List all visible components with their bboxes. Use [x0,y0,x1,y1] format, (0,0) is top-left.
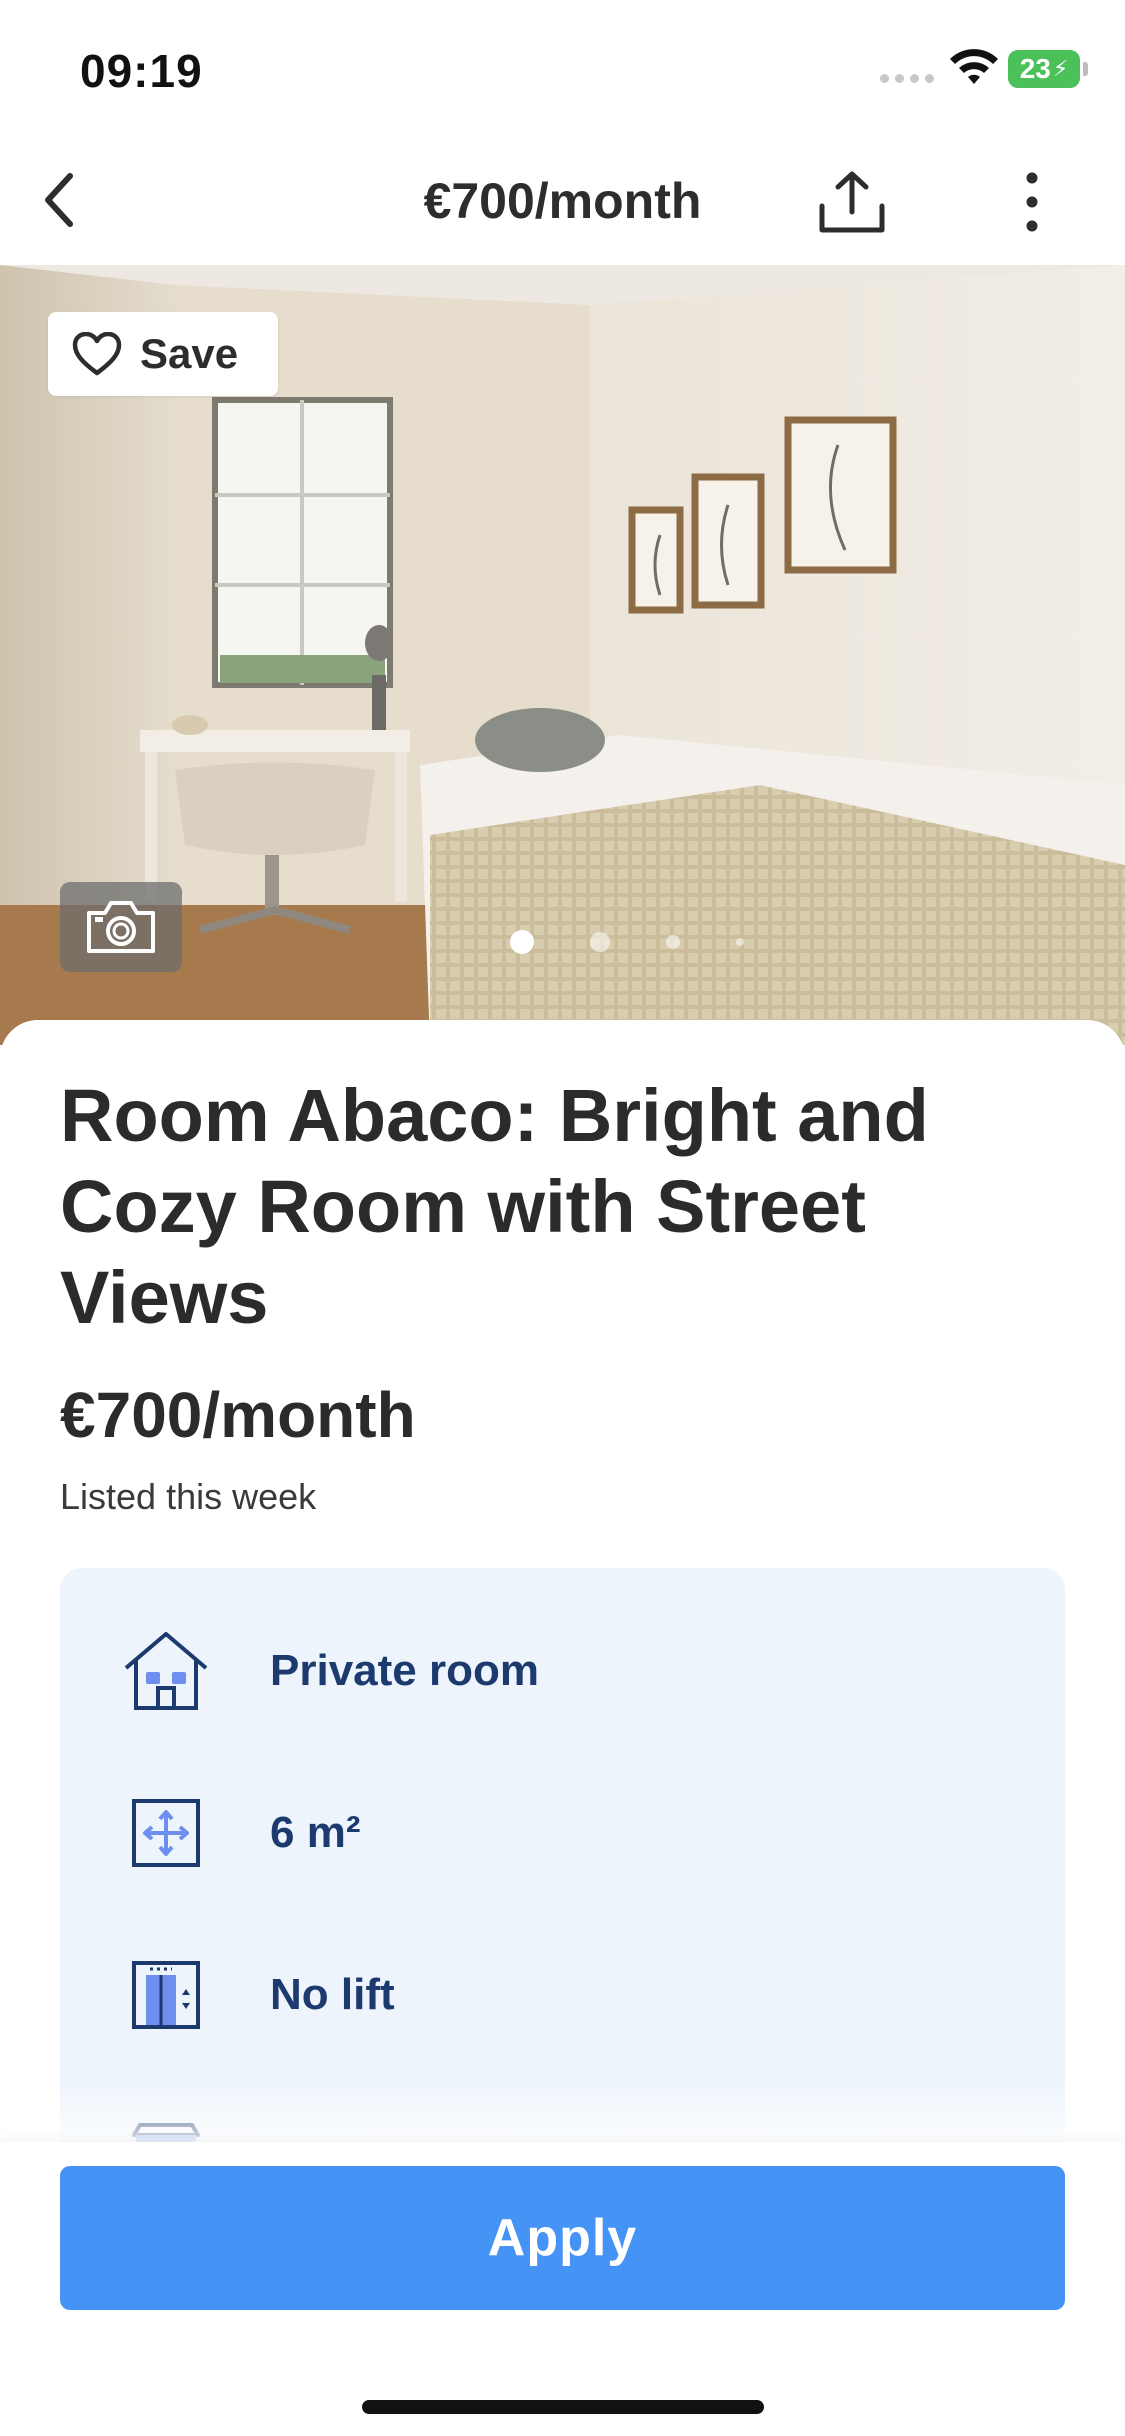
share-button[interactable] [812,162,892,242]
lift-icon [120,1950,212,2040]
area-icon [120,1788,212,1878]
feature-label: 6 m² [270,1808,361,1857]
more-vertical-icon [1026,172,1038,232]
header-title: €700/month [423,173,702,229]
feature-row: 6 m² [60,1778,1065,1888]
scroll-fade [0,2080,1125,2142]
feature-label: No lift [270,1970,395,2019]
bottom-action-bar: Apply [0,2142,1125,2436]
signal-icon [880,74,934,83]
page-dot [510,930,534,954]
share-icon [819,171,885,233]
feature-row: Private room [60,1616,1065,1726]
status-time: 09:19 [80,45,203,97]
save-label: Save [140,330,239,377]
page-dot [666,935,680,949]
listing-title: Room Abaco: Bright and Cozy Room with St… [60,1074,929,1339]
top-nav: €700/month [0,140,1125,265]
photo-pagination [510,930,744,954]
page-dot [590,932,610,952]
listing-price: €700/month [60,1379,416,1451]
wifi-icon [950,49,998,84]
battery-level: 23 [1019,53,1051,84]
camera-icon [87,901,155,953]
more-options-button[interactable] [1000,162,1064,242]
feature-label: Private room [270,1646,539,1695]
feature-row: No lift [60,1940,1065,2050]
listed-date: Listed this week [60,1476,317,1517]
home-indicator[interactable] [362,2400,764,2414]
features-card: Private room 6 m² No lift [60,1568,1065,2168]
house-icon [120,1626,212,1716]
battery-indicator: 23 ⚡ [1008,50,1088,88]
heart-icon [72,332,122,376]
apply-button[interactable]: Apply [60,2166,1065,2310]
gallery-button[interactable] [60,882,182,972]
save-button[interactable]: Save [48,312,278,396]
page-dot [736,938,744,946]
status-bar: 09:19 23 ⚡ [0,0,1125,140]
